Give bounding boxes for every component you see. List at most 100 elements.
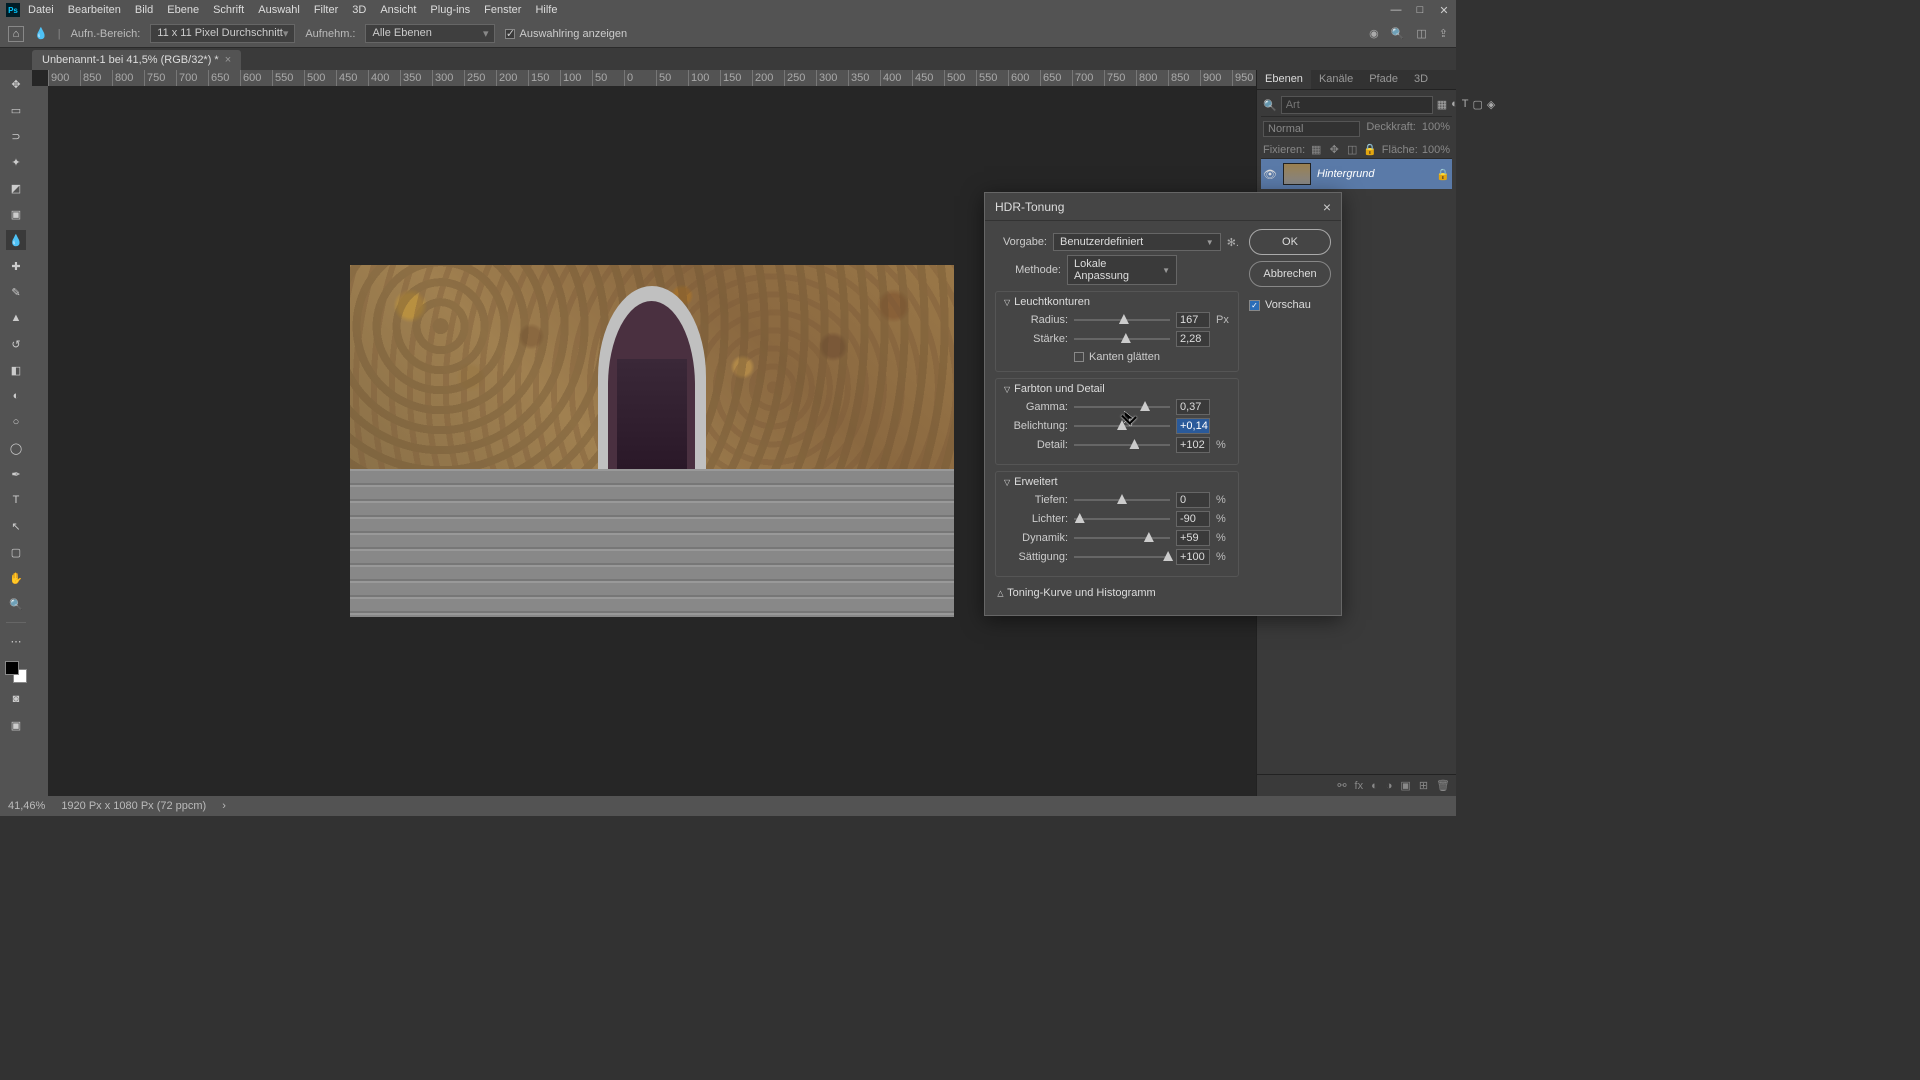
gamma-slider[interactable] <box>1074 400 1170 414</box>
filter-type-icon[interactable]: T <box>1462 98 1469 112</box>
shape-tool[interactable]: ▢ <box>6 542 26 562</box>
new-layer-icon[interactable]: ⊞ <box>1419 779 1428 792</box>
crop-tool[interactable]: ◩ <box>6 178 26 198</box>
tab-channels[interactable]: Kanäle <box>1311 70 1361 89</box>
preview-checkbox[interactable]: ✓Vorschau <box>1249 299 1331 311</box>
marquee-tool[interactable]: ▭ <box>6 100 26 120</box>
method-select[interactable]: Lokale Anpassung▼ <box>1067 255 1177 285</box>
stamp-tool[interactable]: ▲ <box>6 308 26 328</box>
screenmode-icon[interactable]: ▣ <box>6 715 26 735</box>
menu-item[interactable]: Schrift <box>213 4 244 16</box>
document-info[interactable]: 1920 Px x 1080 Px (72 ppcm) <box>61 800 206 812</box>
layer-search-input[interactable] <box>1281 96 1433 114</box>
cancel-button[interactable]: Abbrechen <box>1249 261 1331 287</box>
shadow-slider[interactable] <box>1074 493 1170 507</box>
vibrance-input[interactable]: +59 <box>1176 530 1210 546</box>
visibility-icon[interactable]: 👁 <box>1263 168 1277 181</box>
menu-item[interactable]: Ansicht <box>380 4 416 16</box>
pen-tool[interactable]: ✒ <box>6 464 26 484</box>
trash-icon[interactable]: 🗑 <box>1436 779 1450 792</box>
menu-item[interactable]: 3D <box>352 4 366 16</box>
chevron-right-icon[interactable]: › <box>222 800 226 812</box>
radius-input[interactable]: 167 <box>1176 312 1210 328</box>
highlight-input[interactable]: -90 <box>1176 511 1210 527</box>
section-header[interactable]: ▽Farbton und Detail <box>1004 383 1230 395</box>
minimize-icon[interactable]: — <box>1390 4 1402 17</box>
menu-item[interactable]: Hilfe <box>535 4 557 16</box>
mask-icon[interactable]: ◐ <box>1371 780 1378 792</box>
zoom-level[interactable]: 41,46% <box>8 800 45 812</box>
fx-icon[interactable]: fx <box>1355 780 1364 792</box>
strength-slider[interactable] <box>1074 332 1170 346</box>
search-icon[interactable]: 🔍 <box>1391 27 1405 40</box>
dodge-tool[interactable]: ◯ <box>6 438 26 458</box>
detail-input[interactable]: +102 <box>1176 437 1210 453</box>
menu-item[interactable]: Filter <box>314 4 338 16</box>
blur-tool[interactable]: ○ <box>6 412 26 432</box>
section-header[interactable]: ▽Leuchtkonturen <box>1004 296 1230 308</box>
heal-tool[interactable]: ✚ <box>6 256 26 276</box>
filter-shape-icon[interactable]: ▢ <box>1473 98 1483 112</box>
fill-value[interactable]: 100% <box>1422 144 1450 156</box>
tab-close-icon[interactable]: × <box>225 54 231 66</box>
sample-select[interactable]: Alle Ebenen ▾ <box>365 24 495 43</box>
saturation-slider[interactable] <box>1074 550 1170 564</box>
eraser-tool[interactable]: ◧ <box>6 360 26 380</box>
layer-row[interactable]: 👁 Hintergrund 🔒 <box>1261 159 1452 189</box>
frame-tool[interactable]: ▣ <box>6 204 26 224</box>
menu-item[interactable]: Auswahl <box>258 4 300 16</box>
tab-3d[interactable]: 3D <box>1406 70 1436 89</box>
eyedropper-tool[interactable]: 💧 <box>6 230 26 250</box>
exposure-input[interactable]: +0,14 <box>1176 418 1210 434</box>
path-tool[interactable]: ↖ <box>6 516 26 536</box>
history-brush-tool[interactable]: ↺ <box>6 334 26 354</box>
smooth-edges-checkbox[interactable]: Kanten glätten <box>1004 351 1230 363</box>
detail-slider[interactable] <box>1074 438 1170 452</box>
gradient-tool[interactable]: ◐ <box>6 386 26 406</box>
filter-pixel-icon[interactable]: ▦ <box>1437 98 1447 112</box>
shadow-input[interactable]: 0 <box>1176 492 1210 508</box>
menu-item[interactable]: Bild <box>135 4 153 16</box>
lock-position-icon[interactable]: ✥ <box>1327 143 1341 156</box>
section-curve-header[interactable]: ▷Toning-Kurve und Histogramm <box>995 583 1239 603</box>
group-icon[interactable]: ▣ <box>1400 779 1410 792</box>
tab-layers[interactable]: Ebenen <box>1257 70 1311 89</box>
dialog-close-icon[interactable]: × <box>1323 199 1331 215</box>
menu-item[interactable]: Fenster <box>484 4 521 16</box>
lock-artboard-icon[interactable]: ◫ <box>1345 143 1359 156</box>
filter-smart-icon[interactable]: ◈ <box>1487 98 1495 112</box>
gear-icon[interactable]: ✻. <box>1227 236 1239 249</box>
quickmask-icon[interactable]: ◙ <box>6 689 26 709</box>
wand-tool[interactable]: ✦ <box>6 152 26 172</box>
move-tool[interactable]: ✥ <box>6 74 26 94</box>
workspace-icon[interactable]: ◫ <box>1416 27 1426 40</box>
zoom-tool[interactable]: 🔍 <box>6 594 26 614</box>
color-swatch[interactable] <box>5 661 27 683</box>
home-icon[interactable]: ⌂ <box>8 26 24 42</box>
section-header[interactable]: ▽Erweitert <box>1004 476 1230 488</box>
type-tool[interactable]: T <box>6 490 26 510</box>
highlight-slider[interactable] <box>1074 512 1170 526</box>
close-icon[interactable]: ✕ <box>1438 4 1450 17</box>
menu-item[interactable]: Ebene <box>167 4 199 16</box>
dialog-titlebar[interactable]: HDR-Tonung × <box>985 193 1341 221</box>
lock-all-icon[interactable]: 🔒 <box>1363 143 1377 156</box>
radius-slider[interactable] <box>1074 313 1170 327</box>
share-icon[interactable]: ⇪ <box>1439 27 1448 40</box>
maximize-icon[interactable]: □ <box>1414 4 1426 17</box>
ok-button[interactable]: OK <box>1249 229 1331 255</box>
lasso-tool[interactable]: ⊃ <box>6 126 26 146</box>
filter-adjust-icon[interactable]: ◐ <box>1451 98 1458 112</box>
menu-item[interactable]: Bearbeiten <box>68 4 121 16</box>
saturation-input[interactable]: +100 <box>1176 549 1210 565</box>
lock-pixels-icon[interactable]: ▦ <box>1309 143 1323 156</box>
strength-input[interactable]: 2,28 <box>1176 331 1210 347</box>
preset-select[interactable]: Benutzerdefiniert▼ <box>1053 233 1221 251</box>
document-tab[interactable]: Unbenannt-1 bei 41,5% (RGB/32*) * × <box>32 50 241 70</box>
hand-tool[interactable]: ✋ <box>6 568 26 588</box>
opacity-value[interactable]: 100% <box>1422 121 1450 137</box>
menu-item[interactable]: Datei <box>28 4 54 16</box>
tab-paths[interactable]: Pfade <box>1361 70 1406 89</box>
blend-mode-select[interactable]: Normal <box>1263 121 1360 137</box>
sample-size-select[interactable]: 11 x 11 Pixel Durchschnitt ▾ <box>150 24 295 43</box>
